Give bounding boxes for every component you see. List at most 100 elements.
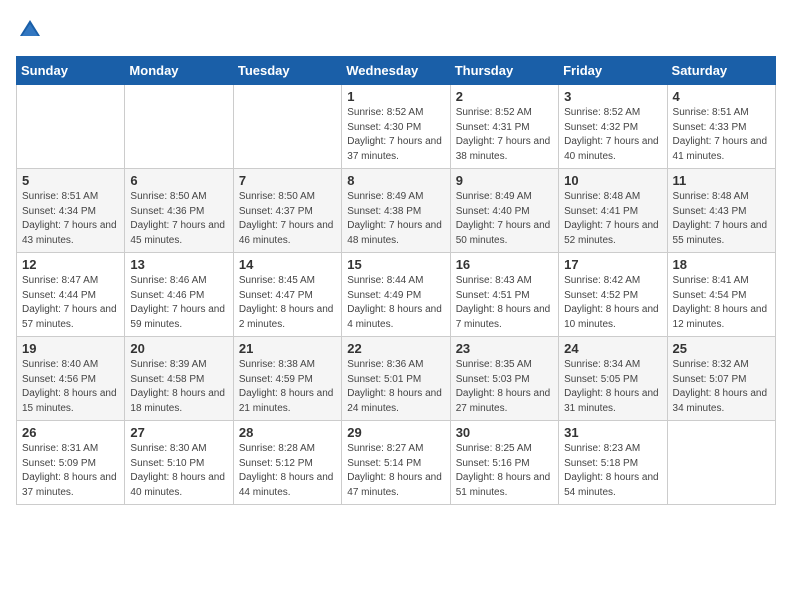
calendar-cell: 23 Sunrise: 8:35 AM Sunset: 5:03 PM Dayli…	[450, 337, 558, 421]
calendar-cell: 13Sunrise: 8:46 AM Sunset: 4:46 PM Dayli…	[125, 253, 233, 337]
calendar-cell: 3 Sunrise: 8:52 AM Sunset: 4:32 PM Daylig…	[559, 85, 667, 169]
calendar-cell: 19Sunrise: 8:40 AM Sunset: 4:56 PM Dayli…	[17, 337, 125, 421]
calendar-cell: 22 Sunrise: 8:36 AM Sunset: 5:01 PM Dayli…	[342, 337, 450, 421]
day-number: 12	[22, 257, 119, 272]
day-number: 15	[347, 257, 444, 272]
day-info: Sunrise: 8:42 AM Sunset: 4:52 PM Dayligh…	[564, 274, 661, 332]
logo-icon	[16, 16, 44, 44]
calendar-cell: 8Sunrise: 8:49 AM Sunset: 4:38 PM Daylig…	[342, 169, 450, 253]
day-info: Sunrise: 8:34 AM Sunset: 5:05 PM Dayligh…	[564, 358, 661, 416]
logo	[16, 16, 48, 44]
calendar-cell: 24 Sunrise: 8:34 AM Sunset: 5:05 PM Dayli…	[559, 337, 667, 421]
calendar-cell: 5 Sunrise: 8:51 AM Sunset: 4:34 PM Daylig…	[17, 169, 125, 253]
day-info: Sunrise: 8:36 AM Sunset: 5:01 PM Dayligh…	[347, 358, 444, 416]
day-number: 31	[564, 425, 661, 440]
calendar-cell: 11 Sunrise: 8:48 AM Sunset: 4:43 PM Dayli…	[667, 169, 775, 253]
day-info: Sunrise: 8:52 AM Sunset: 4:31 PM Dayligh…	[456, 106, 553, 164]
day-info: Sunrise: 8:23 AM Sunset: 5:18 PM Dayligh…	[564, 442, 661, 500]
calendar-table: SundayMondayTuesdayWednesdayThursdayFrid…	[16, 56, 776, 505]
day-number: 27	[130, 425, 227, 440]
day-number: 14	[239, 257, 336, 272]
calendar-cell: 31 Sunrise: 8:23 AM Sunset: 5:18 PM Dayli…	[559, 421, 667, 505]
day-number: 2	[456, 89, 553, 104]
calendar-cell	[233, 85, 341, 169]
day-info: Sunrise: 8:32 AM Sunset: 5:07 PM Dayligh…	[673, 358, 770, 416]
header-friday: Friday	[559, 57, 667, 85]
day-info: Sunrise: 8:46 AM Sunset: 4:46 PM Dayligh…	[130, 274, 227, 332]
day-number: 1	[347, 89, 444, 104]
calendar-week-3: 12 Sunrise: 8:47 AM Sunset: 4:44 PM Dayli…	[17, 253, 776, 337]
day-number: 6	[130, 173, 227, 188]
day-number: 17	[564, 257, 661, 272]
calendar-cell: 7Sunrise: 8:50 AM Sunset: 4:37 PM Daylig…	[233, 169, 341, 253]
day-info: Sunrise: 8:44 AM Sunset: 4:49 PM Dayligh…	[347, 274, 444, 332]
day-info: Sunrise: 8:51 AM Sunset: 4:34 PM Dayligh…	[22, 190, 119, 248]
day-info: Sunrise: 8:35 AM Sunset: 5:03 PM Dayligh…	[456, 358, 553, 416]
calendar-cell: 12 Sunrise: 8:47 AM Sunset: 4:44 PM Dayli…	[17, 253, 125, 337]
day-info: Sunrise: 8:48 AM Sunset: 4:43 PM Dayligh…	[673, 190, 770, 248]
day-info: Sunrise: 8:41 AM Sunset: 4:54 PM Dayligh…	[673, 274, 770, 332]
day-info: Sunrise: 8:27 AM Sunset: 5:14 PM Dayligh…	[347, 442, 444, 500]
calendar-week-1: 1 Sunrise: 8:52 AM Sunset: 4:30 PM Daylig…	[17, 85, 776, 169]
day-number: 28	[239, 425, 336, 440]
day-number: 26	[22, 425, 119, 440]
day-number: 21	[239, 341, 336, 356]
day-number: 8	[347, 173, 444, 188]
calendar-cell: 30 Sunrise: 8:25 AM Sunset: 5:16 PM Dayli…	[450, 421, 558, 505]
day-info: Sunrise: 8:39 AM Sunset: 4:58 PM Dayligh…	[130, 358, 227, 416]
day-number: 16	[456, 257, 553, 272]
day-info: Sunrise: 8:52 AM Sunset: 4:32 PM Dayligh…	[564, 106, 661, 164]
day-info: Sunrise: 8:50 AM Sunset: 4:37 PM Dayligh…	[239, 190, 336, 248]
calendar-week-5: 26 Sunrise: 8:31 AM Sunset: 5:09 PM Dayli…	[17, 421, 776, 505]
day-number: 4	[673, 89, 770, 104]
calendar-cell	[125, 85, 233, 169]
calendar-cell: 14 Sunrise: 8:45 AM Sunset: 4:47 PM Dayli…	[233, 253, 341, 337]
day-info: Sunrise: 8:48 AM Sunset: 4:41 PM Dayligh…	[564, 190, 661, 248]
day-info: Sunrise: 8:52 AM Sunset: 4:30 PM Dayligh…	[347, 106, 444, 164]
day-info: Sunrise: 8:25 AM Sunset: 5:16 PM Dayligh…	[456, 442, 553, 500]
calendar-cell: 9 Sunrise: 8:49 AM Sunset: 4:40 PM Daylig…	[450, 169, 558, 253]
header-tuesday: Tuesday	[233, 57, 341, 85]
calendar-cell: 6 Sunrise: 8:50 AM Sunset: 4:36 PM Daylig…	[125, 169, 233, 253]
calendar-cell: 20Sunrise: 8:39 AM Sunset: 4:58 PM Dayli…	[125, 337, 233, 421]
day-info: Sunrise: 8:45 AM Sunset: 4:47 PM Dayligh…	[239, 274, 336, 332]
day-number: 30	[456, 425, 553, 440]
day-number: 3	[564, 89, 661, 104]
header-wednesday: Wednesday	[342, 57, 450, 85]
calendar-cell: 18 Sunrise: 8:41 AM Sunset: 4:54 PM Dayli…	[667, 253, 775, 337]
day-number: 23	[456, 341, 553, 356]
day-number: 9	[456, 173, 553, 188]
header-monday: Monday	[125, 57, 233, 85]
day-number: 25	[673, 341, 770, 356]
day-number: 22	[347, 341, 444, 356]
header-saturday: Saturday	[667, 57, 775, 85]
calendar-cell: 21 Sunrise: 8:38 AM Sunset: 4:59 PM Dayli…	[233, 337, 341, 421]
day-number: 19	[22, 341, 119, 356]
day-info: Sunrise: 8:38 AM Sunset: 4:59 PM Dayligh…	[239, 358, 336, 416]
calendar-cell: 4 Sunrise: 8:51 AM Sunset: 4:33 PM Daylig…	[667, 85, 775, 169]
calendar-week-2: 5 Sunrise: 8:51 AM Sunset: 4:34 PM Daylig…	[17, 169, 776, 253]
day-info: Sunrise: 8:50 AM Sunset: 4:36 PM Dayligh…	[130, 190, 227, 248]
calendar-week-4: 19Sunrise: 8:40 AM Sunset: 4:56 PM Dayli…	[17, 337, 776, 421]
calendar-cell: 16 Sunrise: 8:43 AM Sunset: 4:51 PM Dayli…	[450, 253, 558, 337]
calendar-cell: 1 Sunrise: 8:52 AM Sunset: 4:30 PM Daylig…	[342, 85, 450, 169]
calendar-cell: 17 Sunrise: 8:42 AM Sunset: 4:52 PM Dayli…	[559, 253, 667, 337]
calendar-cell: 15 Sunrise: 8:44 AM Sunset: 4:49 PM Dayli…	[342, 253, 450, 337]
calendar-header-row: SundayMondayTuesdayWednesdayThursdayFrid…	[17, 57, 776, 85]
day-info: Sunrise: 8:31 AM Sunset: 5:09 PM Dayligh…	[22, 442, 119, 500]
calendar-cell: 10Sunrise: 8:48 AM Sunset: 4:41 PM Dayli…	[559, 169, 667, 253]
day-number: 24	[564, 341, 661, 356]
day-number: 5	[22, 173, 119, 188]
day-info: Sunrise: 8:30 AM Sunset: 5:10 PM Dayligh…	[130, 442, 227, 500]
header-sunday: Sunday	[17, 57, 125, 85]
day-number: 29	[347, 425, 444, 440]
day-info: Sunrise: 8:51 AM Sunset: 4:33 PM Dayligh…	[673, 106, 770, 164]
header-thursday: Thursday	[450, 57, 558, 85]
day-number: 11	[673, 173, 770, 188]
day-info: Sunrise: 8:43 AM Sunset: 4:51 PM Dayligh…	[456, 274, 553, 332]
day-number: 18	[673, 257, 770, 272]
calendar-cell: 29 Sunrise: 8:27 AM Sunset: 5:14 PM Dayli…	[342, 421, 450, 505]
page-header	[16, 16, 776, 44]
day-info: Sunrise: 8:47 AM Sunset: 4:44 PM Dayligh…	[22, 274, 119, 332]
day-info: Sunrise: 8:49 AM Sunset: 4:40 PM Dayligh…	[456, 190, 553, 248]
